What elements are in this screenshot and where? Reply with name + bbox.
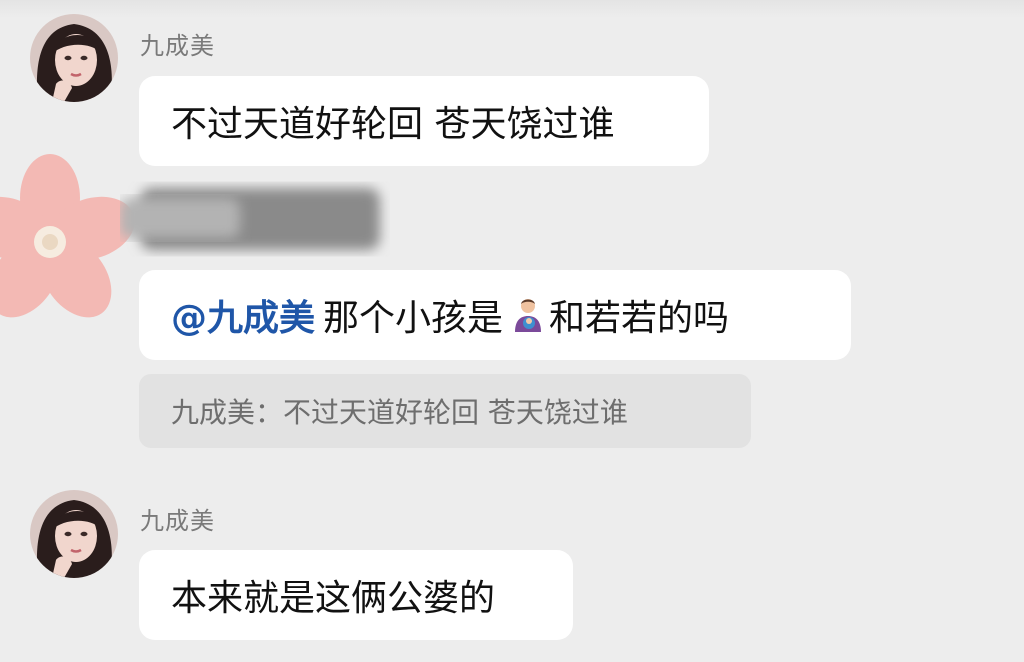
message-bubble[interactable]: 本来就是这俩公婆的 [139, 550, 573, 640]
mention-link[interactable]: @九成美 [171, 289, 315, 341]
girl-portrait-icon [30, 14, 118, 102]
girl-portrait-icon [30, 490, 118, 578]
quoted-message[interactable]: 九成美：不过天道好轮回 苍天饶过谁 [139, 374, 751, 448]
top-edge-shadow [0, 0, 1024, 18]
sender-name: 九成美 [140, 32, 215, 60]
message-text: 本来就是这俩公婆的 [171, 578, 496, 619]
message-bubble[interactable]: 不过天道好轮回 苍天饶过谁 [139, 76, 709, 166]
avatar[interactable] [30, 490, 118, 578]
blurred-sender-name [120, 188, 380, 250]
message-text: 不过天道好轮回 苍天饶过谁 [171, 104, 615, 145]
quote-text: 九成美：不过天道好轮回 苍天饶过谁 [171, 396, 628, 429]
sender-name: 九成美 [140, 507, 215, 535]
message-bubble[interactable]: @九成美 那个小孩是 和若若的吗 [139, 270, 851, 360]
message-text: 和若若的吗 [549, 298, 730, 339]
man-holding-baby-emoji-icon [515, 299, 542, 332]
message-text: 那个小孩是 [323, 298, 504, 339]
avatar[interactable] [30, 14, 118, 102]
